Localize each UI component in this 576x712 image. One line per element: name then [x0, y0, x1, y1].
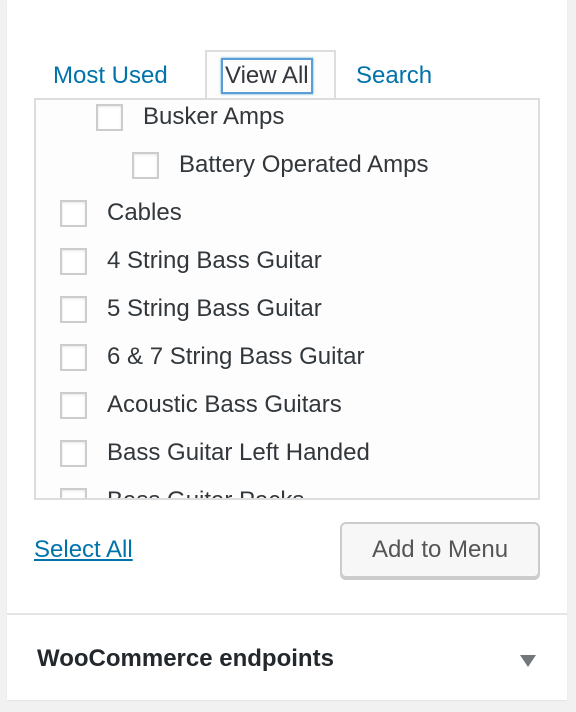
item-label: 6 & 7 String Bass Guitar [107, 343, 365, 370]
checkbox[interactable] [60, 439, 87, 467]
select-all-link[interactable]: Select All [34, 536, 133, 564]
list-item[interactable]: Cables [60, 198, 182, 228]
item-label: Cables [107, 199, 182, 226]
item-label: Acoustic Bass Guitars [107, 391, 342, 418]
item-label: Busker Amps [143, 103, 285, 130]
checkbox[interactable] [60, 487, 87, 498]
item-label: Battery Operated Amps [179, 151, 429, 178]
list-item[interactable]: Acoustic Bass Guitars [60, 390, 342, 420]
checkbox[interactable] [60, 247, 87, 275]
item-label: 4 String Bass Guitar [107, 247, 322, 274]
list-item[interactable]: Bass Guitar Packs [60, 486, 304, 498]
list-item[interactable]: 6 & 7 String Bass Guitar [60, 342, 364, 372]
checkbox[interactable] [96, 103, 123, 131]
tab-bar: Most Used View All Search [7, 50, 567, 99]
list-item[interactable]: Busker Amps [96, 102, 284, 132]
checkbox[interactable] [60, 199, 87, 227]
item-label: Bass Guitar Packs [107, 487, 304, 498]
triangle-down-icon[interactable] [520, 655, 536, 667]
menu-items-panel: Most Used View All Search Busker Amps Bat… [7, 0, 567, 700]
add-to-menu-button[interactable]: Add to Menu [340, 522, 540, 578]
category-checklist[interactable]: Busker Amps Battery Operated Amps Cables 4 … [34, 98, 540, 500]
checkbox[interactable] [60, 391, 87, 419]
list-item[interactable]: 5 String Bass Guitar [60, 294, 322, 324]
list-item[interactable]: Battery Operated Amps [132, 150, 428, 180]
item-label: 5 String Bass Guitar [107, 295, 322, 322]
woocommerce-endpoints-section[interactable]: WooCommerce endpoints [7, 615, 567, 700]
list-item[interactable]: 4 String Bass Guitar [60, 246, 322, 276]
checkbox[interactable] [60, 343, 87, 371]
tab-most-used[interactable]: Most Used [53, 62, 168, 90]
checkbox[interactable] [60, 295, 87, 323]
item-label: Bass Guitar Left Handed [107, 439, 370, 466]
checkbox[interactable] [132, 151, 159, 179]
tab-view-all-label: View All [221, 58, 313, 94]
list-item[interactable]: Bass Guitar Left Handed [60, 438, 370, 468]
tab-view-all[interactable]: View All [205, 50, 336, 99]
section-title: WooCommerce endpoints [37, 645, 334, 672]
tab-search[interactable]: Search [356, 62, 432, 90]
